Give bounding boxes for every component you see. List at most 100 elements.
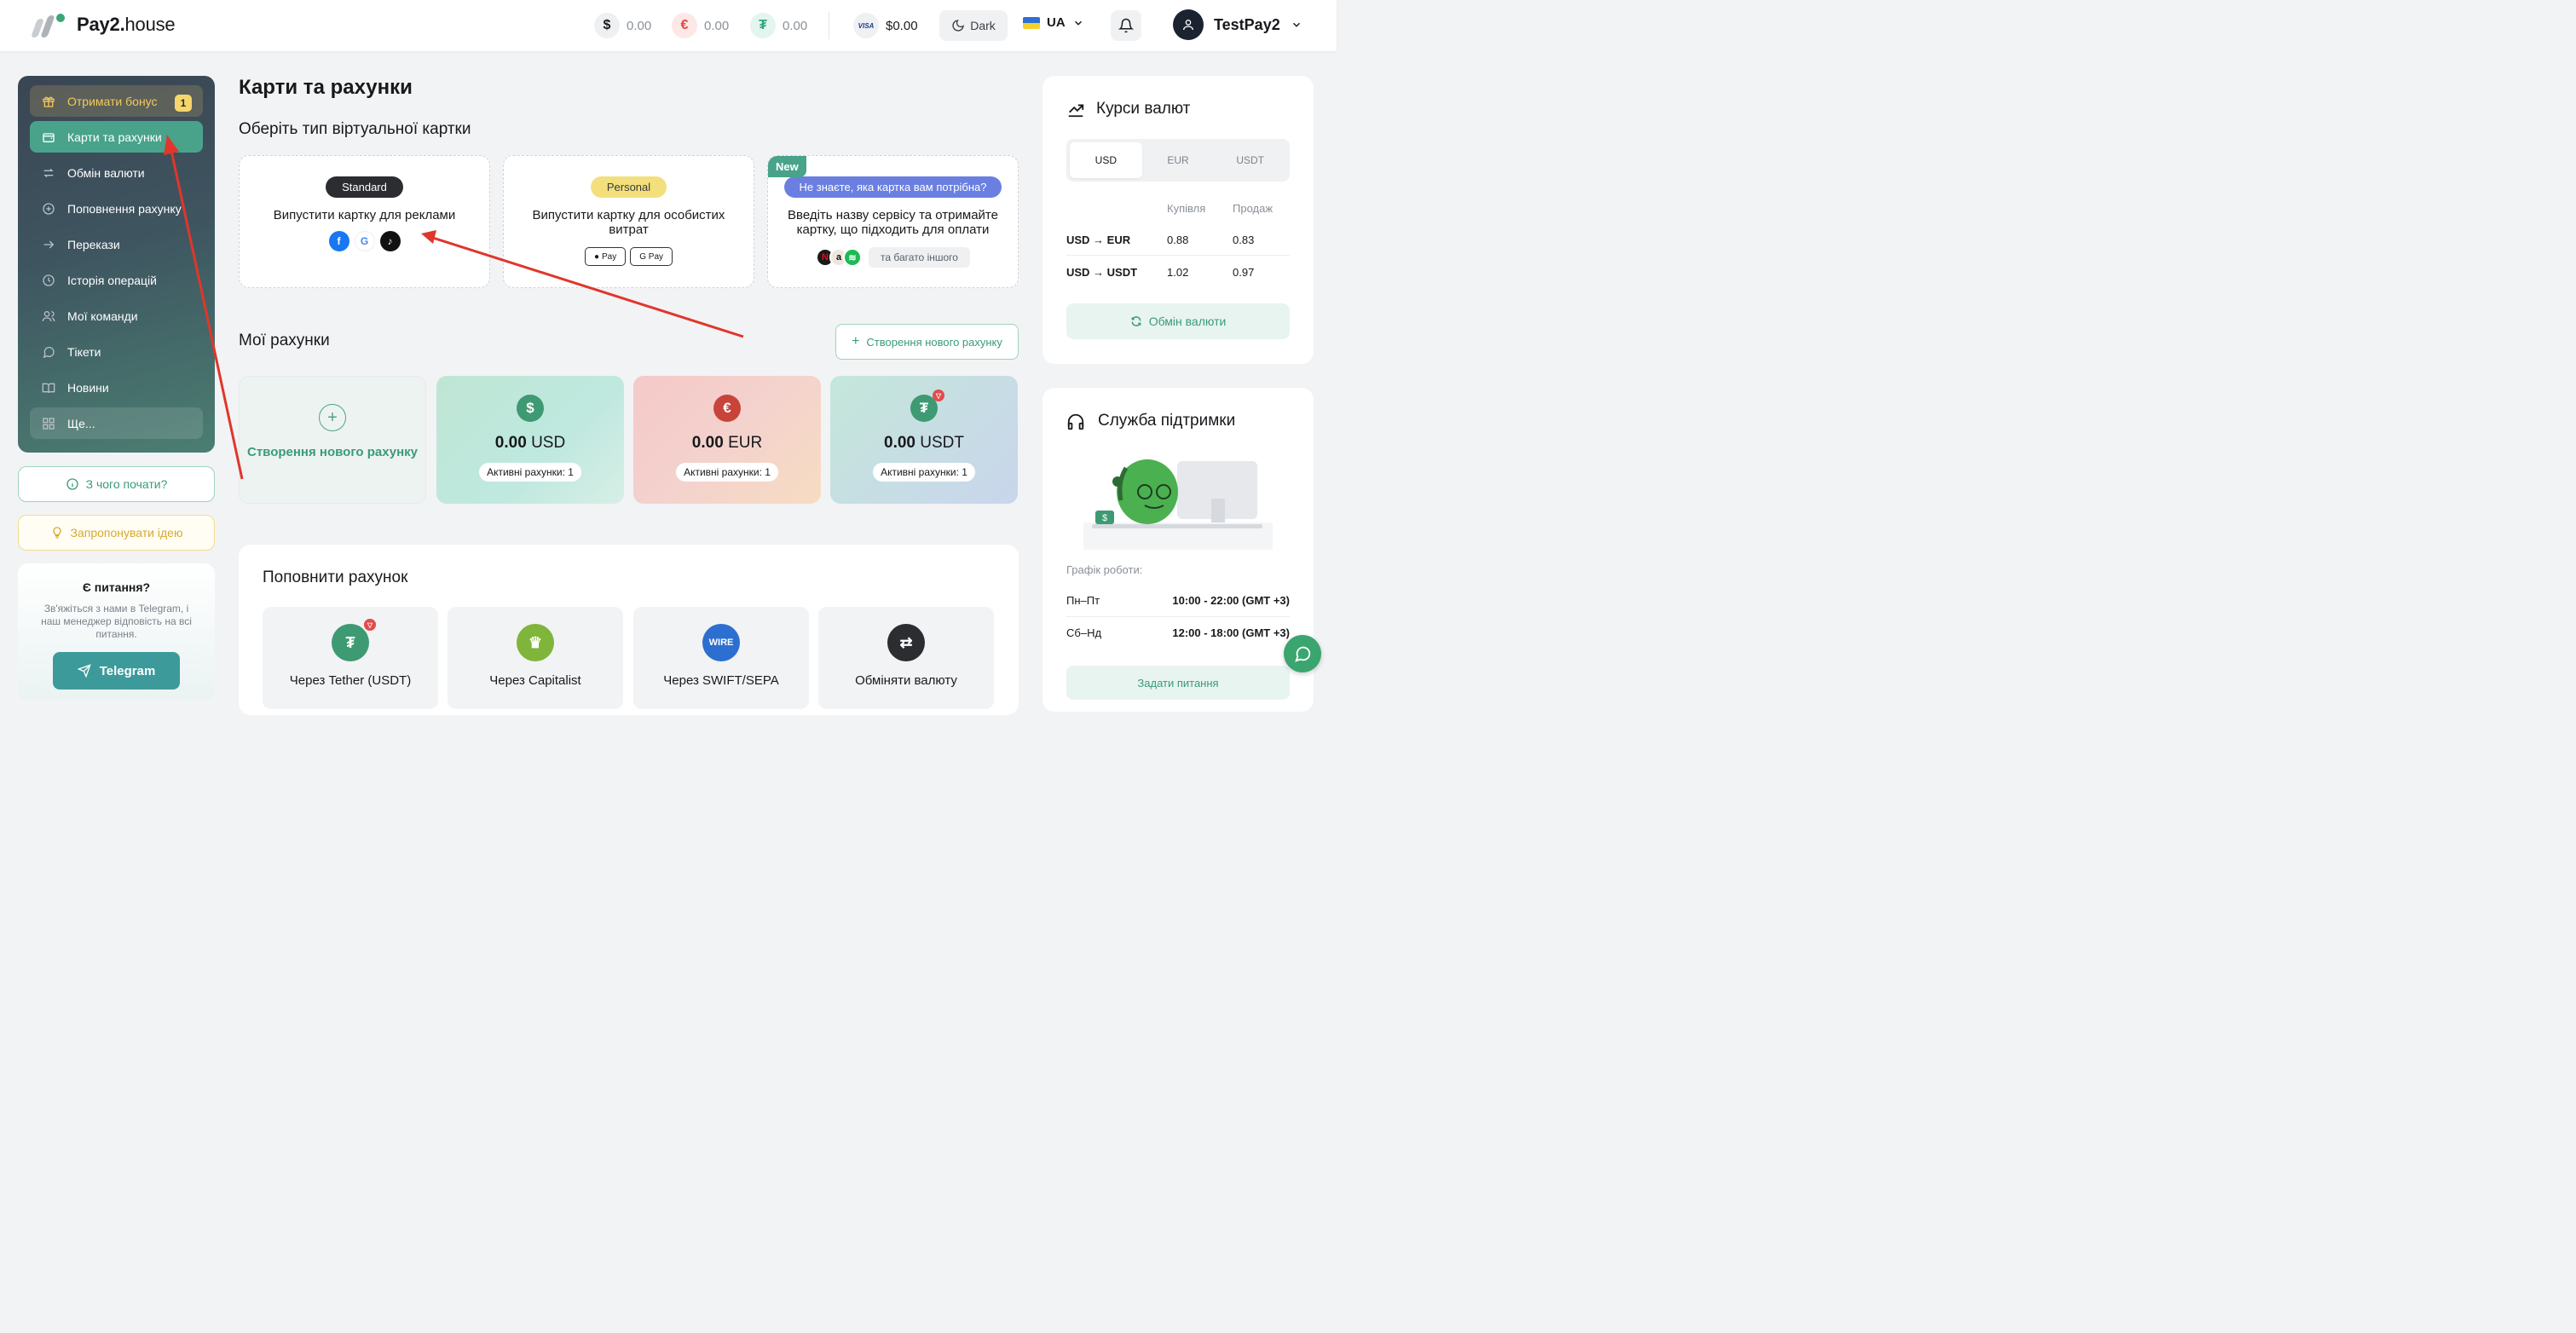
topup-exchange[interactable]: ⇄ Обміняти валюту xyxy=(818,607,994,709)
language-selector[interactable]: UA xyxy=(1023,15,1084,30)
create-account-card[interactable]: + Створення нового рахунку xyxy=(239,376,426,504)
card-type-standard[interactable]: Standard Випустити картку для реклами f … xyxy=(239,155,490,288)
tab-usdt[interactable]: USDT xyxy=(1214,142,1286,178)
dollar-icon: $ xyxy=(517,395,544,422)
plus-circle-icon xyxy=(42,202,55,216)
balance-eur[interactable]: € 0.00 xyxy=(672,13,729,38)
topup-capitalist[interactable]: ♛ Через Capitalist xyxy=(448,607,623,709)
schedule-row: Сб–Нд 12:00 - 18:00 (GMT +3) xyxy=(1066,616,1290,649)
tiktok-icon: ♪ xyxy=(379,231,401,251)
account-card-eur[interactable]: € 0.00 EUR Активні рахунки: 1 xyxy=(633,376,821,504)
standard-tag: Standard xyxy=(326,176,403,198)
user-icon xyxy=(1183,20,1193,31)
topup-method-label: Через Capitalist xyxy=(489,673,581,688)
chat-icon xyxy=(42,345,55,359)
account-amount: 0.00 xyxy=(884,434,915,452)
topup-swift[interactable]: WIRE Через SWIFT/SEPA xyxy=(633,607,809,709)
sidebar-item-more[interactable]: Ще... xyxy=(30,407,203,439)
dollar-icon: $ xyxy=(594,13,620,38)
spotify-icon: ≋ xyxy=(843,248,863,267)
logo[interactable]: Pay2.house xyxy=(30,12,176,38)
wire-icon: WIRE xyxy=(702,624,740,661)
moon-icon xyxy=(952,20,965,32)
sidebar-item-label: Отримати бонус xyxy=(67,94,158,108)
headphones-icon xyxy=(1067,413,1084,430)
new-badge: New xyxy=(768,156,806,177)
sidebar-item-tickets[interactable]: Тікети xyxy=(30,336,203,367)
tab-eur[interactable]: EUR xyxy=(1142,142,1215,178)
sidebar-item-label: Новини xyxy=(67,380,109,395)
col-sell-header: Продаж xyxy=(1233,202,1274,215)
sidebar-item-transfers[interactable]: Перекази xyxy=(30,228,203,260)
tether-icon: ₮ ▽ xyxy=(910,390,944,422)
balance-value: $0.00 xyxy=(886,18,918,33)
topup-method-label: Обміняти валюту xyxy=(855,673,957,688)
tether-icon: ₮ ▽ xyxy=(332,619,376,661)
account-balance: 0.00 USDT xyxy=(830,434,1018,453)
new-account-button[interactable]: + Створення нового рахунку xyxy=(835,324,1019,360)
balance-usdt[interactable]: ₮ 0.00 xyxy=(750,13,807,38)
sidebar-item-news[interactable]: Новини xyxy=(30,372,203,403)
logo-text-light: house xyxy=(124,14,176,35)
account-card-usdt[interactable]: ₮ ▽ 0.00 USDT Активні рахунки: 1 xyxy=(830,376,1018,504)
grid-icon xyxy=(42,417,55,430)
chevron-down-icon xyxy=(1074,20,1082,26)
balance-value: 0.00 xyxy=(783,18,808,33)
card-type-desc: Випустити картку для особистих витрат xyxy=(532,208,725,237)
balance-value: 0.00 xyxy=(704,18,730,33)
wallet-icon xyxy=(42,130,55,144)
sidebar-item-bonus[interactable]: Отримати бонус 1 xyxy=(30,85,203,117)
apple-pay-label: Pay xyxy=(602,251,617,262)
visa-icon: VISA xyxy=(853,13,879,38)
theme-label: Dark xyxy=(970,19,996,32)
ask-question-button[interactable]: Задати питання xyxy=(1066,666,1290,700)
create-account-label: Створення нового рахунку xyxy=(247,445,418,459)
sidebar-item-teams[interactable]: Мої команди xyxy=(30,300,203,332)
user-menu[interactable]: TestPay2 xyxy=(1173,9,1302,40)
account-balance: 0.00 EUR xyxy=(633,434,821,453)
google-icon: G xyxy=(354,231,375,251)
avatar xyxy=(1173,9,1204,40)
sidebar-item-exchange[interactable]: Обмін валюти xyxy=(30,157,203,188)
info-icon xyxy=(66,478,78,490)
topup-heading: Поповнити рахунок xyxy=(263,568,408,586)
topup-method-label: Через SWIFT/SEPA xyxy=(663,673,779,688)
sidebar-item-topup[interactable]: Поповнення рахунку xyxy=(30,193,203,224)
account-card-usd[interactable]: $ 0.00 USD Активні рахунки: 1 xyxy=(436,376,624,504)
sidebar-item-history[interactable]: Історія операцій xyxy=(30,264,203,296)
balance-usd[interactable]: $ 0.00 xyxy=(594,13,651,38)
tron-icon: ▽ xyxy=(364,619,376,631)
exchange-currency-label: Обмін валюти xyxy=(1148,314,1227,328)
card-type-heading: Оберіть тип віртуальної картки xyxy=(239,120,471,138)
exchange-rates-panel: Курси валют USD EUR USDT Купівля Продаж … xyxy=(1043,76,1314,364)
notifications-button[interactable] xyxy=(1111,10,1141,41)
sidebar-item-cards[interactable]: Карти та рахунки xyxy=(30,121,203,153)
card-type-desc: Випустити картку для реклами xyxy=(273,208,456,222)
account-currency: USDT xyxy=(920,434,964,452)
topup-tether[interactable]: ₮ ▽ Через Tether (USDT) xyxy=(263,607,438,709)
getting-started-button[interactable]: З чого почати? xyxy=(18,466,215,502)
suggest-idea-button[interactable]: Запропонувати ідею xyxy=(18,515,215,551)
send-icon xyxy=(77,664,91,678)
theme-toggle-button[interactable]: Dark xyxy=(939,10,1008,41)
exchange-currency-button[interactable]: Обмін валюти xyxy=(1066,303,1290,339)
tab-usd[interactable]: USD xyxy=(1070,142,1142,178)
sidebar-item-label: Ще... xyxy=(67,416,95,430)
suggest-idea-label: Запропонувати ідею xyxy=(70,526,183,540)
telegram-button[interactable]: Telegram xyxy=(53,652,180,690)
sidebar: Отримати бонус 1 Карти та рахунки Обмін … xyxy=(18,76,215,453)
chevron-down-icon xyxy=(1292,22,1300,27)
help-tag: Не знаєте, яка картка вам потрібна? xyxy=(783,176,1002,198)
sidebar-item-label: Карти та рахунки xyxy=(67,130,162,144)
schedule-label: Графік роботи: xyxy=(1066,563,1143,576)
sidebar-item-label: Історія операцій xyxy=(67,273,157,287)
getting-started-label: З чого почати? xyxy=(85,477,168,491)
chat-widget-button[interactable] xyxy=(1284,635,1321,672)
euro-icon: € xyxy=(713,395,741,422)
card-type-personal[interactable]: Personal Випустити картку для особистих … xyxy=(503,155,754,288)
svg-text:$: $ xyxy=(1102,513,1107,523)
gift-icon xyxy=(42,95,55,108)
balance-card[interactable]: VISA $0.00 xyxy=(853,13,918,38)
card-type-finder[interactable]: New Не знаєте, яка картка вам потрібна? … xyxy=(767,155,1019,288)
questions-title: Є питання? xyxy=(82,580,151,594)
